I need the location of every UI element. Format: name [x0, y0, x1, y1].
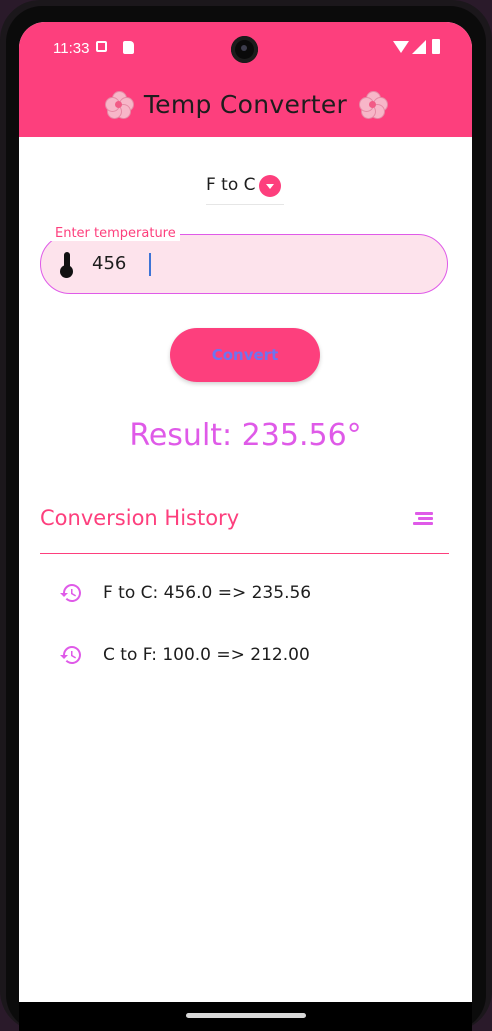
- history-icon: [60, 646, 81, 664]
- navigation-bar: [19, 1002, 472, 1031]
- history-icon: [60, 584, 81, 602]
- dropdown-selected-value: F to C: [206, 175, 256, 195]
- history-title: Conversion History: [40, 506, 240, 530]
- conversion-mode-dropdown[interactable]: F to C: [206, 172, 284, 205]
- home-indicator[interactable]: [186, 1013, 306, 1018]
- temperature-input-value[interactable]: 456: [92, 253, 126, 275]
- sd-card-icon: [123, 41, 134, 54]
- cherry-blossom-icon: [104, 91, 134, 119]
- status-bar: 11:33: [19, 22, 472, 74]
- page-title: Temp Converter: [19, 90, 472, 119]
- battery-icon: [432, 39, 440, 54]
- history-item[interactable]: C to F: 100.0 => 212.00: [19, 635, 472, 675]
- cherry-blossom-icon: [359, 91, 389, 119]
- history-item-text: F to C: 456.0 => 235.56: [103, 583, 312, 603]
- thermometer-icon: [60, 252, 74, 278]
- device-frame: 11:33 Temp Converter F to C 456 Enter te…: [0, 0, 492, 1031]
- app-title-text: Temp Converter: [143, 90, 348, 119]
- camera-icon: [231, 36, 258, 63]
- temperature-input[interactable]: 456: [40, 234, 448, 294]
- text-cursor: [149, 253, 151, 276]
- sort-icon[interactable]: [413, 511, 433, 527]
- history-item[interactable]: F to C: 456.0 => 235.56: [19, 573, 472, 613]
- result-text: Result: 235.56°: [129, 418, 362, 453]
- sim-icon: [96, 41, 107, 52]
- convert-button[interactable]: Convert: [170, 328, 320, 382]
- temperature-input-label: Enter temperature: [51, 227, 180, 241]
- history-item-text: C to F: 100.0 => 212.00: [103, 645, 310, 665]
- app-screen: 11:33 Temp Converter F to C 456 Enter te…: [19, 22, 472, 1002]
- wifi-icon: [393, 41, 409, 53]
- history-divider: [40, 553, 449, 554]
- dropdown-caret-icon[interactable]: [259, 175, 281, 197]
- app-bar: 11:33 Temp Converter: [19, 22, 472, 137]
- status-time: 11:33: [53, 40, 90, 57]
- signal-icon: [412, 40, 426, 54]
